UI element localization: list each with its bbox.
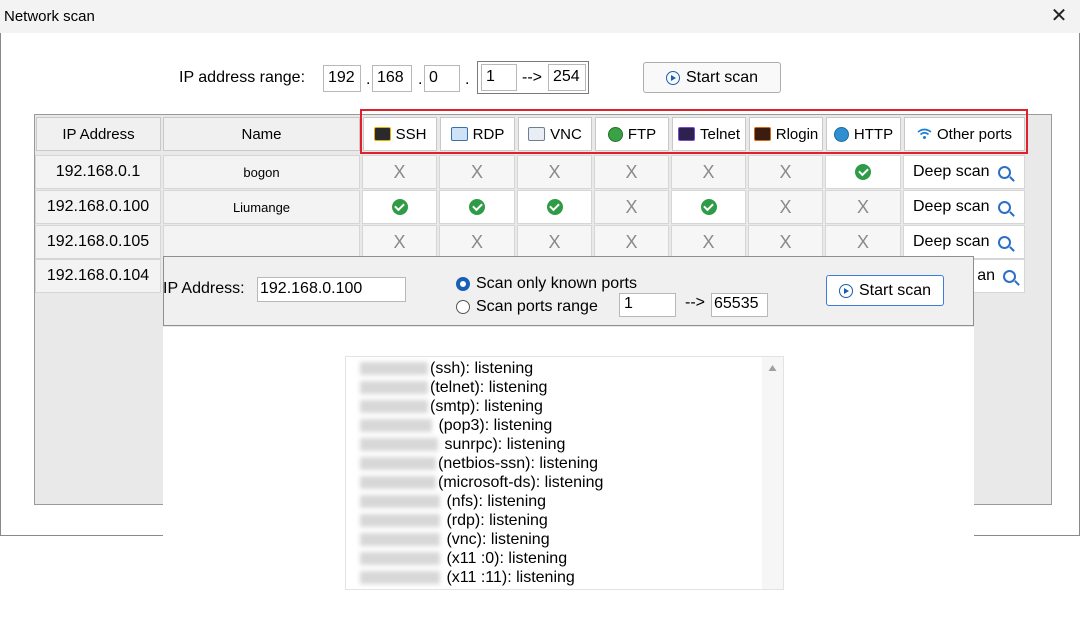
list-item: (pop3): listening <box>360 417 552 435</box>
port-status-open[interactable] <box>825 155 901 189</box>
redacted-port <box>360 571 440 585</box>
list-item: (nfs): listening <box>360 493 546 511</box>
port-range-start-input[interactable]: 1 <box>619 293 676 317</box>
port-status-open[interactable] <box>439 190 515 224</box>
port-status-none: X <box>748 190 823 224</box>
redacted-port <box>360 552 440 566</box>
search-icon <box>997 165 1011 179</box>
port-status-none: X <box>671 225 746 259</box>
check-icon <box>469 199 485 215</box>
list-item: (telnet): listening <box>360 379 547 397</box>
list-item: (rdp): listening <box>360 512 548 530</box>
redacted-port <box>360 438 438 452</box>
start-scan-label: Start scan <box>685 68 759 86</box>
redacted-port <box>360 514 440 528</box>
port-status-none: X <box>439 225 515 259</box>
search-icon <box>997 200 1011 214</box>
list-item: (ssh): listening <box>360 360 533 378</box>
list-item: (microsoft-ds): listening <box>360 474 603 492</box>
check-icon <box>391 199 408 215</box>
port-status-none: X <box>825 225 901 259</box>
protocol-columns-highlight <box>360 109 1028 154</box>
list-item: (netbios-ssn): listening <box>360 455 598 473</box>
octet-dot: . <box>465 71 470 88</box>
deep-ip-label: IP Address: <box>163 280 245 297</box>
redacted-port <box>360 495 440 509</box>
port-status-none: X <box>671 155 746 189</box>
port-status-none: X <box>594 190 669 224</box>
play-icon <box>838 283 853 298</box>
port-status-none: X <box>748 155 823 189</box>
port-status-none: X <box>517 155 592 189</box>
port-status-none: X <box>362 155 437 189</box>
deep-scan-button[interactable]: Deep scan <box>903 190 1025 224</box>
row-ip[interactable]: 192.168.0.104 <box>35 259 161 293</box>
port-status-none: X <box>748 225 823 259</box>
port-status-none: X <box>594 225 669 259</box>
port-status-none: X <box>517 225 592 259</box>
ip-range-start-input[interactable]: 1 <box>481 64 517 91</box>
search-icon <box>1003 269 1016 283</box>
redacted-port <box>360 362 428 376</box>
check-icon <box>546 199 563 215</box>
port-status-none: X <box>362 225 437 259</box>
check-icon <box>855 164 871 180</box>
col-header-ip[interactable]: IP Address <box>36 117 161 151</box>
redacted-port <box>360 419 432 433</box>
port-status-open[interactable] <box>517 190 592 224</box>
radio-ports-range[interactable]: Scan ports range <box>456 298 598 316</box>
check-icon <box>700 199 717 215</box>
redacted-port <box>360 400 428 414</box>
port-range-end-input[interactable]: 65535 <box>711 293 768 317</box>
row-name[interactable]: Liumange <box>163 190 360 224</box>
play-icon <box>665 70 680 85</box>
row-ip[interactable]: 192.168.0.105 <box>35 225 161 259</box>
radio-selected-icon <box>456 277 470 291</box>
port-status-none: X <box>825 190 901 224</box>
radio-unselected-icon <box>456 300 470 314</box>
deep-start-scan-button[interactable]: Start scan <box>826 275 944 306</box>
ip-octet1-input[interactable]: 192 <box>323 65 361 92</box>
list-item: sunrpc): listening <box>360 436 565 454</box>
deep-scan-button[interactable]: Deep scan <box>903 155 1025 189</box>
col-header-name[interactable]: Name <box>163 117 360 151</box>
close-icon[interactable]: ✕ <box>1048 3 1070 29</box>
ip-range-label: IP address range: <box>179 69 306 86</box>
search-icon <box>997 235 1011 249</box>
octet-dot: . <box>366 71 371 88</box>
ip-octet3-input[interactable]: 0 <box>424 65 460 92</box>
port-status-none: X <box>439 155 515 189</box>
scroll-up-icon[interactable] <box>762 357 783 377</box>
octet-dot: . <box>418 71 423 88</box>
port-status-open[interactable] <box>362 190 437 224</box>
port-status-none: X <box>594 155 669 189</box>
list-item: (x11 :0): listening <box>360 550 567 568</box>
list-item: (vnc): listening <box>360 531 550 549</box>
start-scan-button[interactable]: Start scan <box>643 62 781 93</box>
radio-known-ports[interactable]: Scan only known ports <box>456 275 637 293</box>
ip-octet2-input[interactable]: 168 <box>372 65 412 92</box>
redacted-port <box>360 533 440 547</box>
window-title: Network scan <box>4 8 95 25</box>
list-item: (smtp): listening <box>360 398 543 416</box>
ip-range-end-input[interactable]: 254 <box>548 64 586 91</box>
redacted-port <box>360 381 428 395</box>
deep-ip-input[interactable]: 192.168.0.100 <box>257 277 406 302</box>
results-scrollbar[interactable] <box>762 357 783 589</box>
list-item: (x11 :11): listening <box>360 569 575 587</box>
row-name[interactable]: bogon <box>163 155 360 189</box>
row-ip[interactable]: 192.168.0.100 <box>35 190 161 224</box>
title-bar <box>0 0 1080 33</box>
port-status-open[interactable] <box>671 190 746 224</box>
port-range-arrow: --> <box>685 294 705 311</box>
deep-scan-button[interactable]: Deep scan <box>903 225 1025 259</box>
redacted-port <box>360 457 436 471</box>
range-arrow: --> <box>522 69 542 86</box>
row-name[interactable] <box>163 225 360 259</box>
row-ip[interactable]: 192.168.0.1 <box>35 155 161 189</box>
redacted-port <box>360 476 436 490</box>
